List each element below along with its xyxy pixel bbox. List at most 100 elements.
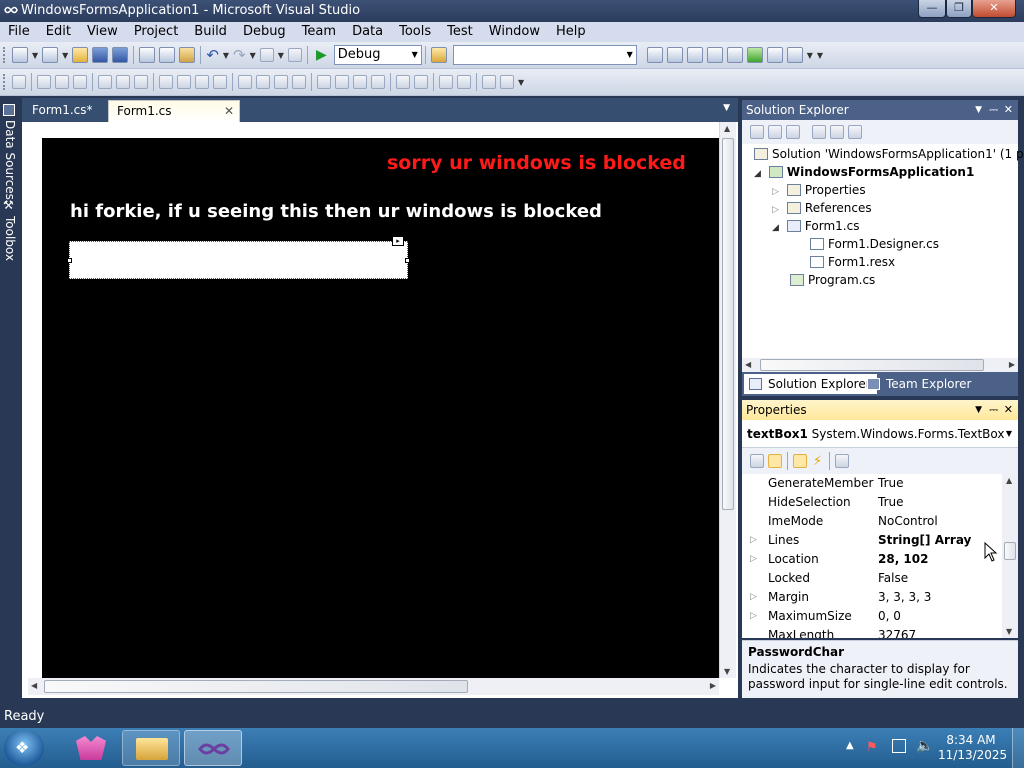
start-button[interactable]: ❖ — [4, 730, 44, 766]
property-row[interactable]: ▷ Location 28, 102 — [742, 550, 1002, 569]
properties-window-icon[interactable] — [666, 47, 683, 63]
clock[interactable]: 8:34 AM 11/13/2025 — [938, 733, 1007, 763]
extension-manager-icon[interactable] — [746, 47, 763, 63]
properties-icon[interactable] — [750, 125, 764, 139]
command-window-icon[interactable] — [786, 47, 803, 63]
collapse-icon[interactable]: ◢ — [772, 223, 779, 233]
copy-icon[interactable] — [159, 47, 176, 63]
vertical-spacing-increase-icon[interactable] — [335, 75, 349, 89]
show-desktop-button[interactable] — [1012, 728, 1024, 768]
toolbar-grip[interactable] — [3, 47, 6, 63]
horizontal-spacing-equal-icon[interactable] — [238, 75, 252, 89]
align-to-grid-icon[interactable] — [12, 75, 26, 89]
toolbar-overflow-icon[interactable]: ▼ — [817, 51, 823, 60]
form-design-canvas[interactable]: sorry ur windows is blocked hi forkie, i… — [42, 138, 719, 678]
expand-icon[interactable]: ▷ — [750, 588, 757, 607]
save-all-icon[interactable] — [112, 47, 129, 63]
open-folder-icon[interactable] — [72, 47, 89, 63]
align-tops-icon[interactable] — [98, 75, 112, 89]
undo-icon[interactable]: ↶ — [206, 46, 219, 64]
network-icon[interactable] — [892, 739, 906, 753]
events-icon[interactable]: ⚡ — [813, 454, 822, 469]
data-sources-icon[interactable] — [3, 104, 15, 116]
chevron-down-icon[interactable]: ▼ — [278, 51, 284, 60]
show-hidden-icons[interactable]: ▲ — [846, 740, 854, 751]
property-row[interactable]: ▷ Margin 3, 3, 3, 3 — [742, 588, 1002, 607]
label-blocked-white[interactable]: hi forkie, if u seeing this then ur wind… — [70, 201, 602, 222]
paste-icon[interactable] — [179, 47, 196, 63]
chevron-down-icon[interactable]: ▼ — [62, 51, 68, 60]
toolbar-grip[interactable] — [3, 74, 6, 90]
scroll-right-icon[interactable]: ▶ — [1009, 360, 1015, 369]
close-icon[interactable]: ✕ — [1004, 400, 1013, 420]
align-rights-icon[interactable] — [73, 75, 87, 89]
property-value[interactable]: String[] Array — [878, 531, 971, 550]
close-icon[interactable]: ✕ — [1004, 100, 1013, 120]
property-row[interactable]: GenerateMember True — [742, 474, 1002, 493]
property-pages-icon[interactable] — [835, 454, 850, 468]
lock-controls-icon[interactable] — [500, 75, 514, 89]
tab-solution-explorer[interactable]: Solution Explorer — [744, 374, 877, 394]
volume-icon[interactable]: 🔈 — [916, 738, 933, 754]
property-value[interactable]: True — [878, 493, 904, 512]
find-in-files-icon[interactable] — [430, 47, 447, 63]
center-vertically-icon[interactable] — [414, 75, 428, 89]
scrollbar-thumb[interactable] — [44, 680, 468, 693]
scroll-down-icon[interactable]: ▼ — [1006, 627, 1012, 636]
property-grid-scrollbar[interactable]: ▲ ▼ — [1002, 474, 1018, 638]
menu-test[interactable]: Test — [439, 22, 481, 42]
navigate-forward-icon[interactable] — [287, 48, 302, 62]
property-row[interactable]: HideSelection True — [742, 493, 1002, 512]
tree-item-project[interactable]: ◢ WindowsFormsApplication1 — [754, 163, 974, 183]
menu-help[interactable]: Help — [548, 22, 594, 42]
property-row[interactable]: MaxLength 32767 — [742, 626, 1002, 638]
make-same-height-icon[interactable] — [177, 75, 191, 89]
view-class-diagram-icon[interactable] — [848, 125, 862, 139]
align-centers-icon[interactable] — [55, 75, 69, 89]
new-project-icon[interactable] — [12, 47, 28, 63]
vertical-spacing-decrease-icon[interactable] — [353, 75, 367, 89]
property-value[interactable]: True — [878, 474, 904, 493]
minimize-button[interactable]: — — [918, 0, 946, 18]
property-row[interactable]: ▷ MaximumSize 0, 0 — [742, 607, 1002, 626]
tab-form1-design[interactable]: Form1.cs [Design]* ✕ — [108, 100, 240, 138]
tab-order-icon[interactable] — [482, 75, 496, 89]
solution-configuration-combo[interactable]: Debug ▼ — [333, 45, 422, 65]
expand-icon[interactable]: ▷ — [750, 550, 757, 569]
taskbar-visual-studio[interactable] — [184, 730, 242, 766]
toolbox-tab[interactable]: Toolbox — [2, 216, 18, 261]
align-middles-icon[interactable] — [116, 75, 130, 89]
show-all-files-icon[interactable] — [768, 125, 782, 139]
property-row[interactable]: Locked False — [742, 569, 1002, 588]
object-browser-icon[interactable] — [686, 47, 703, 63]
menu-window[interactable]: Window — [481, 22, 548, 42]
scroll-up-icon[interactable]: ▲ — [1006, 476, 1012, 485]
menu-team[interactable]: Team — [294, 22, 344, 42]
vertical-spacing-remove-icon[interactable] — [371, 75, 385, 89]
menu-build[interactable]: Build — [186, 22, 235, 42]
property-value[interactable]: 3, 3, 3, 3 — [878, 588, 931, 607]
refresh-icon[interactable] — [786, 125, 800, 139]
smart-tag-icon[interactable]: ▸ — [392, 236, 404, 246]
tree-item-references[interactable]: ▷ References — [772, 199, 872, 219]
object-selector[interactable]: textBox1 System.Windows.Forms.TextBox ▼ — [742, 420, 1018, 448]
tree-item-solution[interactable]: Solution 'WindowsFormsApplication1' (1 p… — [754, 145, 1024, 163]
toolbox-icon[interactable]: ⚒ — [3, 198, 14, 212]
label-blocked-red[interactable]: sorry ur windows is blocked — [387, 152, 686, 174]
toolbox-icon[interactable] — [706, 47, 723, 63]
pin-icon[interactable]: ⎓ — [989, 100, 998, 120]
view-code-icon[interactable] — [812, 125, 826, 139]
tree-item-program[interactable]: Program.cs — [790, 271, 875, 289]
redo-icon[interactable]: ↷ — [233, 46, 246, 64]
close-button[interactable]: ✕ — [972, 0, 1016, 18]
categorized-icon[interactable] — [750, 454, 764, 468]
find-combo[interactable]: ▼ — [452, 45, 637, 65]
start-page-icon[interactable] — [766, 47, 783, 63]
chevron-down-icon[interactable]: ▼ — [250, 51, 256, 60]
property-value[interactable]: 32767 — [878, 626, 916, 638]
horizontal-spacing-increase-icon[interactable] — [256, 75, 270, 89]
tree-item-form1-designer[interactable]: Form1.Designer.cs — [810, 235, 939, 253]
chevron-down-icon[interactable]: ▼ — [412, 46, 418, 64]
resize-handle-right[interactable] — [405, 258, 410, 263]
property-value[interactable]: 28, 102 — [878, 550, 928, 569]
